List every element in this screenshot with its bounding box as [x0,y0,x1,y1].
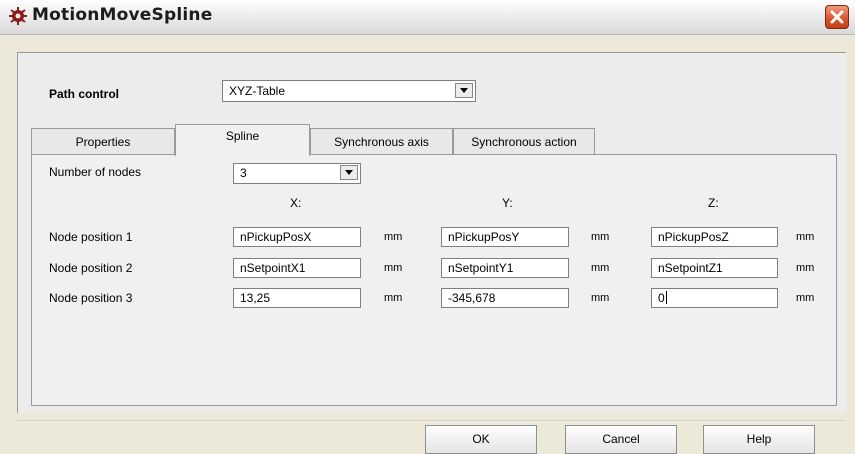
close-icon [830,10,844,24]
unit-label: mm [591,231,610,243]
tab-label: Synchronous action [471,135,577,149]
unit-label: mm [384,292,403,304]
chevron-down-icon[interactable] [340,165,358,180]
node-2-x-field[interactable]: nSetpointX1 [233,258,361,278]
tab-synchronous-action[interactable]: Synchronous action [453,128,595,154]
path-control-dropdown[interactable]: XYZ-Table [222,80,476,102]
help-button[interactable]: Help [703,425,815,454]
unit-label: mm [796,231,815,243]
tab-label: Synchronous axis [334,135,429,149]
number-of-nodes-label: Number of nodes [49,165,142,179]
node-3-x-field[interactable]: 13,25 [233,288,361,308]
unit-label: mm [796,292,815,304]
tab-spline[interactable]: Spline [175,124,310,156]
tab-properties[interactable]: Properties [31,128,175,154]
path-control-label: Path control [49,87,120,101]
unit-label: mm [384,262,403,274]
column-header-x: X: [290,196,302,210]
robot-gear-icon [8,6,28,26]
ok-button[interactable]: OK [425,425,537,454]
unit-label: mm [796,262,815,274]
node-position-label: Node position 1 [49,230,133,244]
node-3-z-field[interactable]: 0 [651,288,778,308]
number-of-nodes-dropdown[interactable]: 3 [233,163,361,184]
tab-label: Properties [75,135,131,149]
cancel-button[interactable]: Cancel [565,425,677,454]
node-1-y-field[interactable]: nPickupPosY [441,227,569,247]
chevron-down-icon[interactable] [455,83,473,98]
close-button[interactable] [825,5,849,29]
unit-label: mm [384,231,403,243]
tab-synchronous-axis[interactable]: Synchronous axis [310,128,453,154]
spline-tab-panel [31,154,837,406]
node-2-y-field[interactable]: nSetpointY1 [441,258,569,278]
title-bar: MotionMoveSpline [0,0,855,35]
node-position-label: Node position 2 [49,261,133,275]
node-3-y-field[interactable]: -345,678 [441,288,569,308]
path-control-value: XYZ-Table [229,84,286,98]
node-position-label: Node position 3 [49,291,133,305]
node-1-z-field[interactable]: nPickupPosZ [651,227,778,247]
node-1-x-field[interactable]: nPickupPosX [233,227,361,247]
window-title: MotionMoveSpline [32,5,213,25]
unit-label: mm [591,292,610,304]
column-header-z: Z: [708,196,719,210]
separator [17,420,845,421]
node-2-z-field[interactable]: nSetpointZ1 [651,258,778,278]
number-of-nodes-value: 3 [240,166,247,180]
tab-label: Spline [225,129,260,143]
column-header-y: Y: [502,196,513,210]
unit-label: mm [591,262,610,274]
